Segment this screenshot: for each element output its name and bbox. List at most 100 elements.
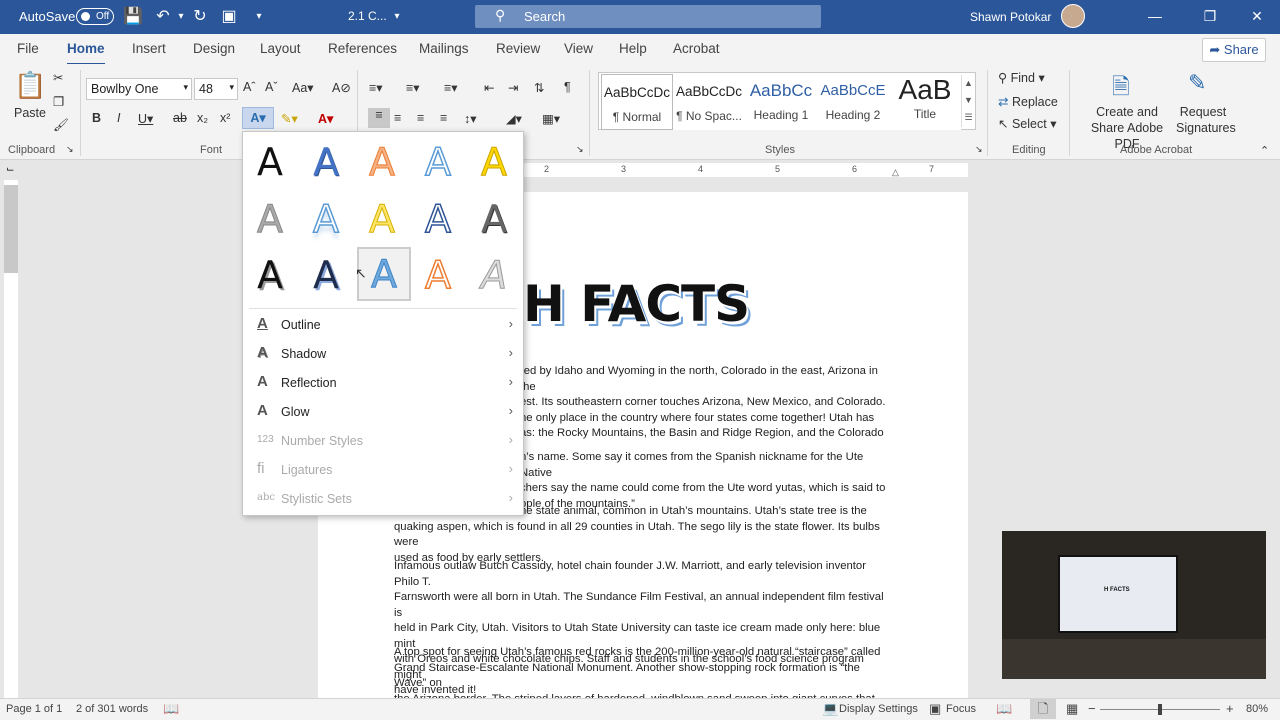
- collapse-ribbon-icon[interactable]: ⌃: [1260, 144, 1269, 157]
- tab-references[interactable]: References: [328, 41, 397, 56]
- redo-icon[interactable]: ↻: [189, 6, 211, 28]
- search-box[interactable]: ⚲ Search: [475, 5, 821, 28]
- effect-black-fill[interactable]: A: [249, 140, 291, 184]
- format-painter-icon[interactable]: 🖌: [53, 118, 69, 133]
- effect-blue-reflection[interactable]: A: [305, 196, 347, 242]
- font-size-box[interactable]: 48 ▾: [194, 78, 238, 100]
- line-spacing-icon[interactable]: ↕▾: [464, 111, 477, 126]
- clipboard-launcher-icon[interactable]: ↘: [66, 144, 74, 155]
- bullets-icon[interactable]: ≡▾: [369, 80, 383, 95]
- bold-icon[interactable]: B: [92, 111, 101, 125]
- tab-review[interactable]: Review: [496, 41, 540, 56]
- tab-help[interactable]: Help: [619, 41, 647, 56]
- find-button[interactable]: ⚲ Find ▾: [998, 70, 1045, 85]
- effect-navy-shadow[interactable]: A: [305, 253, 347, 297]
- cut-icon[interactable]: ✂: [53, 70, 63, 85]
- style-title[interactable]: AaB Title: [889, 74, 961, 130]
- sort-icon[interactable]: ⇅: [534, 80, 544, 95]
- clear-formatting-icon[interactable]: A⊘: [332, 80, 351, 95]
- vertical-ruler[interactable]: [4, 180, 18, 698]
- effect-yellow-fill[interactable]: A: [361, 197, 403, 242]
- display-settings-button[interactable]: Display Settings: [839, 703, 918, 715]
- minimize-icon[interactable]: —: [1140, 5, 1170, 27]
- effect-orange-outline[interactable]: A: [361, 140, 403, 185]
- avatar[interactable]: [1061, 4, 1085, 28]
- underline-icon[interactable]: U▾: [138, 111, 153, 126]
- multilevel-list-icon[interactable]: ≡▾: [444, 80, 458, 95]
- replace-button[interactable]: ⇄ Replace: [998, 94, 1058, 109]
- request-signatures-button[interactable]: Request Signatures: [1176, 104, 1236, 136]
- align-left-icon[interactable]: ≡: [368, 108, 390, 128]
- tab-mailings[interactable]: Mailings: [419, 41, 469, 56]
- copy-icon[interactable]: ❐: [53, 94, 64, 109]
- tab-acrobat[interactable]: Acrobat: [673, 41, 720, 56]
- user-name[interactable]: Shawn Potokar: [970, 10, 1051, 24]
- read-mode-icon[interactable]: 📖: [996, 701, 1012, 717]
- tab-layout[interactable]: Layout: [260, 41, 301, 56]
- menu-item-outline[interactable]: A Outline ›: [249, 312, 519, 338]
- justify-icon[interactable]: ≡: [440, 111, 447, 125]
- effect-dark-blue-outline[interactable]: A: [417, 196, 459, 242]
- effect-blue-fill[interactable]: A: [305, 140, 347, 184]
- zoom-in-icon[interactable]: +: [1226, 701, 1234, 716]
- title-dropdown-icon[interactable]: ▾: [386, 6, 408, 28]
- shading-icon[interactable]: ◢▾: [506, 111, 522, 126]
- borders-icon[interactable]: ▦▾: [542, 111, 560, 126]
- text-effects-button[interactable]: A▾: [242, 107, 274, 129]
- tab-insert[interactable]: Insert: [132, 41, 166, 56]
- tab-view[interactable]: View: [564, 41, 593, 56]
- superscript-icon[interactable]: x²: [220, 111, 230, 125]
- zoom-slider-handle[interactable]: [1158, 704, 1162, 715]
- increase-indent-icon[interactable]: ⇥: [508, 80, 518, 95]
- subscript-icon[interactable]: x₂: [197, 111, 208, 125]
- menu-item-glow[interactable]: A Glow ›: [249, 399, 519, 425]
- menu-item-shadow[interactable]: A Shadow ›: [249, 341, 519, 367]
- style-heading-1[interactable]: AaBbCc Heading 1: [745, 74, 817, 130]
- style-scroll-icon[interactable]: ▲ ▼ ☰: [961, 75, 975, 127]
- effect-orange-white-outline[interactable]: A: [417, 252, 459, 298]
- display-settings-icon[interactable]: 💻: [822, 701, 838, 717]
- zoom-level[interactable]: 80%: [1246, 703, 1268, 715]
- focus-icon[interactable]: ▣: [929, 701, 941, 717]
- effect-black-shadow[interactable]: A: [249, 253, 291, 297]
- proofing-icon[interactable]: 📖: [163, 701, 179, 717]
- select-button[interactable]: ↖ Select ▾: [998, 116, 1056, 131]
- grow-font-icon[interactable]: Aˆ: [243, 80, 256, 94]
- touch-mode-icon[interactable]: ▣: [218, 6, 240, 28]
- focus-button[interactable]: Focus: [946, 703, 976, 715]
- change-case-icon[interactable]: Aa▾: [292, 80, 314, 95]
- effect-blue-outline[interactable]: A: [417, 139, 459, 185]
- document-heading[interactable]: H FACTS: [523, 275, 750, 333]
- decrease-indent-icon[interactable]: ⇤: [484, 80, 494, 95]
- web-layout-icon[interactable]: ▦: [1066, 701, 1078, 717]
- paste-icon[interactable]: 📋: [14, 70, 46, 101]
- font-name-box[interactable]: Bowlby One ▾: [86, 78, 192, 100]
- zoom-out-icon[interactable]: −: [1088, 701, 1096, 716]
- paragraph-launcher-icon[interactable]: ↘: [576, 144, 584, 155]
- highlight-icon[interactable]: ✎▾: [281, 111, 298, 126]
- right-indent-marker[interactable]: △: [892, 167, 899, 178]
- style-no-spacing[interactable]: AaBbCcDc ¶ No Spac...: [673, 74, 745, 130]
- tab-home[interactable]: Home: [67, 41, 105, 66]
- show-marks-icon[interactable]: ¶: [564, 80, 571, 94]
- print-layout-icon[interactable]: 🗋: [1030, 699, 1056, 719]
- effect-gold-fill[interactable]: A: [473, 140, 515, 185]
- italic-icon[interactable]: I: [117, 111, 120, 125]
- tab-file[interactable]: File: [17, 41, 39, 56]
- save-icon[interactable]: 💾: [122, 6, 144, 28]
- style-normal[interactable]: AaBbCcDc ¶ Normal: [601, 74, 673, 130]
- font-color-icon[interactable]: A▾: [318, 111, 333, 126]
- align-center-icon[interactable]: ≡: [394, 111, 401, 125]
- tab-selector-icon[interactable]: ⌙: [6, 164, 14, 175]
- align-right-icon[interactable]: ≡: [417, 111, 424, 125]
- share-button[interactable]: ➦ Share: [1202, 38, 1266, 62]
- shrink-font-icon[interactable]: Aˇ: [265, 80, 278, 94]
- style-heading-2[interactable]: AaBbCcE Heading 2: [817, 74, 889, 130]
- numbering-icon[interactable]: ≡▾: [406, 80, 420, 95]
- restore-icon[interactable]: ❐: [1195, 5, 1225, 27]
- page-count[interactable]: Page 1 of 1: [6, 703, 62, 715]
- paste-label[interactable]: Paste: [14, 106, 46, 120]
- effect-gray-outline[interactable]: A: [249, 197, 291, 242]
- effect-gray-fill[interactable]: A: [473, 197, 515, 241]
- create-pdf-icon[interactable]: 🗎: [1112, 70, 1130, 108]
